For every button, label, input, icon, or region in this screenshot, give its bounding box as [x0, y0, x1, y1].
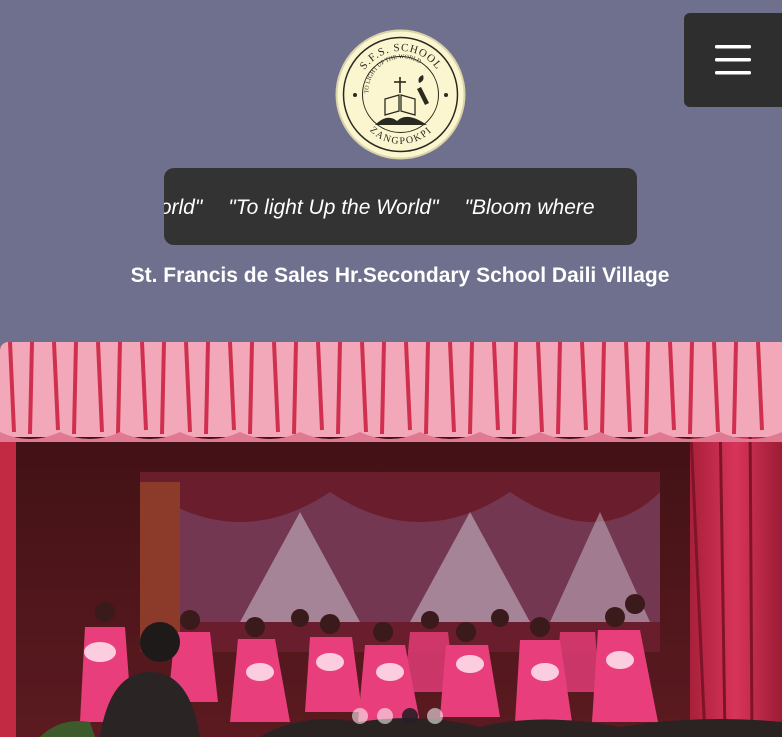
stage-performance-photo	[0, 342, 782, 737]
menu-button[interactable]	[684, 13, 782, 107]
school-seal-icon: S.F.S. SCHOOL ZANGPOKPI TO LIGHT UP THE …	[335, 29, 466, 160]
carousel-dot[interactable]	[352, 708, 368, 724]
school-logo[interactable]: S.F.S. SCHOOL ZANGPOKPI TO LIGHT UP THE …	[335, 29, 466, 160]
ticker-track: World" "To light Up the World" "Bloom wher…	[164, 168, 621, 245]
school-name: St. Francis de Sales Hr.Secondary School…	[130, 264, 670, 287]
ticker-quote: "To light Up the World"	[228, 196, 439, 219]
ticker-quote: World"	[164, 196, 203, 219]
carousel-dot-active[interactable]	[402, 708, 418, 724]
carousel-indicators	[352, 708, 443, 724]
ticker-quote: "Bloom where	[464, 196, 595, 219]
carousel-dot[interactable]	[427, 708, 443, 724]
carousel-dot[interactable]	[377, 708, 393, 724]
quote-ticker: World" "To light Up the World" "Bloom wher…	[164, 168, 637, 245]
hamburger-icon	[715, 45, 751, 75]
image-carousel[interactable]	[0, 342, 782, 737]
